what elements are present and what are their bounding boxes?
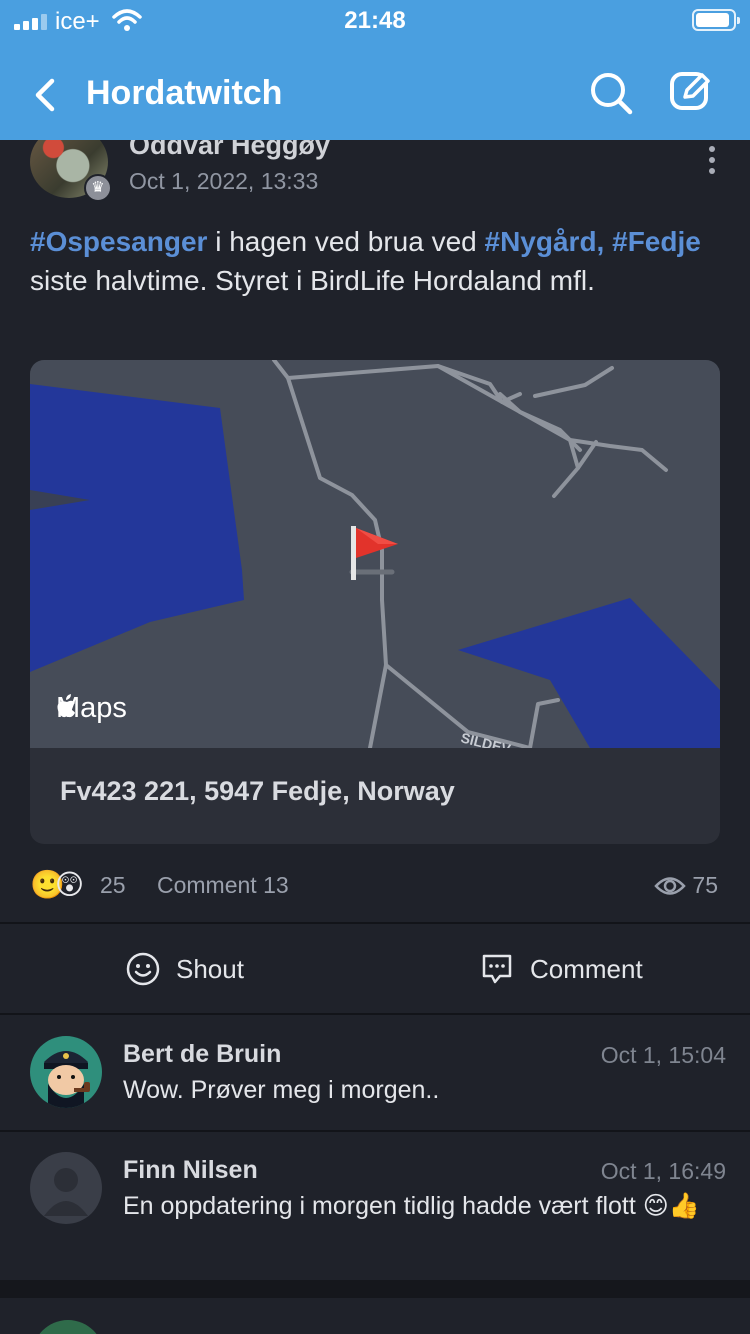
comment-item: Bert de Bruin Oct 1, 15:04 Wow. Prøver m…	[0, 1014, 750, 1130]
location-address: Fv423 221, 5947 Fedje, Norway	[60, 776, 455, 806]
chevron-left-icon[interactable]	[30, 75, 64, 115]
comment-item: Finn Nilsen Oct 1, 16:49 En oppdatering …	[0, 1132, 750, 1280]
comment-time: Oct 1, 15:04	[600, 1042, 726, 1068]
map-view[interactable]: SILDEV Maps	[30, 360, 720, 748]
water-area-west	[30, 384, 244, 672]
status-bar: ice+ 21:48	[0, 0, 750, 40]
post-header: ♛ Oddvar Heggøy Oct 1, 2022, 13:33	[0, 126, 750, 210]
smiley-icon	[126, 952, 160, 986]
shout-label: Shout	[176, 954, 244, 984]
avatar[interactable]	[30, 1036, 102, 1108]
comment-author[interactable]: Finn Nilsen	[123, 1156, 258, 1185]
hashtag-link[interactable]: #Ospesanger	[30, 226, 207, 257]
comment-author[interactable]: Bert de Bruin	[123, 1040, 281, 1069]
page-title: Hordatwitch	[86, 74, 283, 112]
crown-icon: ♛	[84, 174, 112, 202]
divider	[0, 922, 750, 924]
section-separator	[0, 1280, 750, 1298]
maps-logo: Maps	[56, 692, 127, 725]
top-bar: ice+ 21:48 Hordatwitch	[0, 0, 750, 140]
location-card[interactable]: SILDEV Maps Fv423 221, 5947 Fedje, Norwa…	[30, 360, 720, 844]
search-icon[interactable]	[588, 70, 634, 116]
comment-count[interactable]: Comment 13	[157, 872, 289, 899]
clock: 21:48	[344, 7, 406, 34]
post-date: Oct 1, 2022, 13:33	[129, 168, 319, 194]
post-text-segment: siste halvtime. Styret i BirdLife Hordal…	[30, 265, 595, 296]
battery-icon	[692, 9, 740, 31]
reaction-emojis[interactable]: 🙂😲	[30, 868, 84, 901]
more-options-icon[interactable]	[706, 146, 718, 180]
eye-icon	[654, 877, 687, 895]
hashtag-link[interactable]: #Nygård,	[485, 226, 605, 257]
avatar[interactable]	[30, 1152, 102, 1224]
comment-time: Oct 1, 16:49	[600, 1158, 726, 1184]
comment-bubble-icon	[482, 954, 512, 984]
apple-logo-icon	[57, 694, 75, 718]
avatar[interactable]	[32, 1320, 104, 1334]
post-text-segment: i hagen ved brua ved	[207, 226, 485, 257]
hashtag-link[interactable]: #Fedje	[612, 226, 701, 257]
road-label: SILDEV	[459, 729, 513, 748]
captain-avatar-icon	[30, 1036, 102, 1108]
comment-text: Wow. Prøver meg i morgen..	[123, 1076, 440, 1104]
post-text: #Ospesanger i hagen ved brua ved #Nygård…	[30, 222, 720, 300]
comment-text: En oppdatering i morgen tidlig hadde vær…	[123, 1192, 700, 1220]
post-stats: 🙂😲 25 Comment 13 75	[30, 864, 720, 906]
comment-label: Comment	[530, 954, 643, 984]
map-graphic: SILDEV	[30, 360, 720, 748]
compose-icon[interactable]	[668, 68, 714, 114]
reaction-count[interactable]: 25	[100, 872, 126, 899]
water-area-east	[458, 598, 720, 748]
view-count: 75	[654, 872, 718, 899]
view-count-value: 75	[692, 872, 718, 898]
default-user-icon	[44, 1168, 88, 1216]
post-text-segment	[604, 226, 612, 257]
